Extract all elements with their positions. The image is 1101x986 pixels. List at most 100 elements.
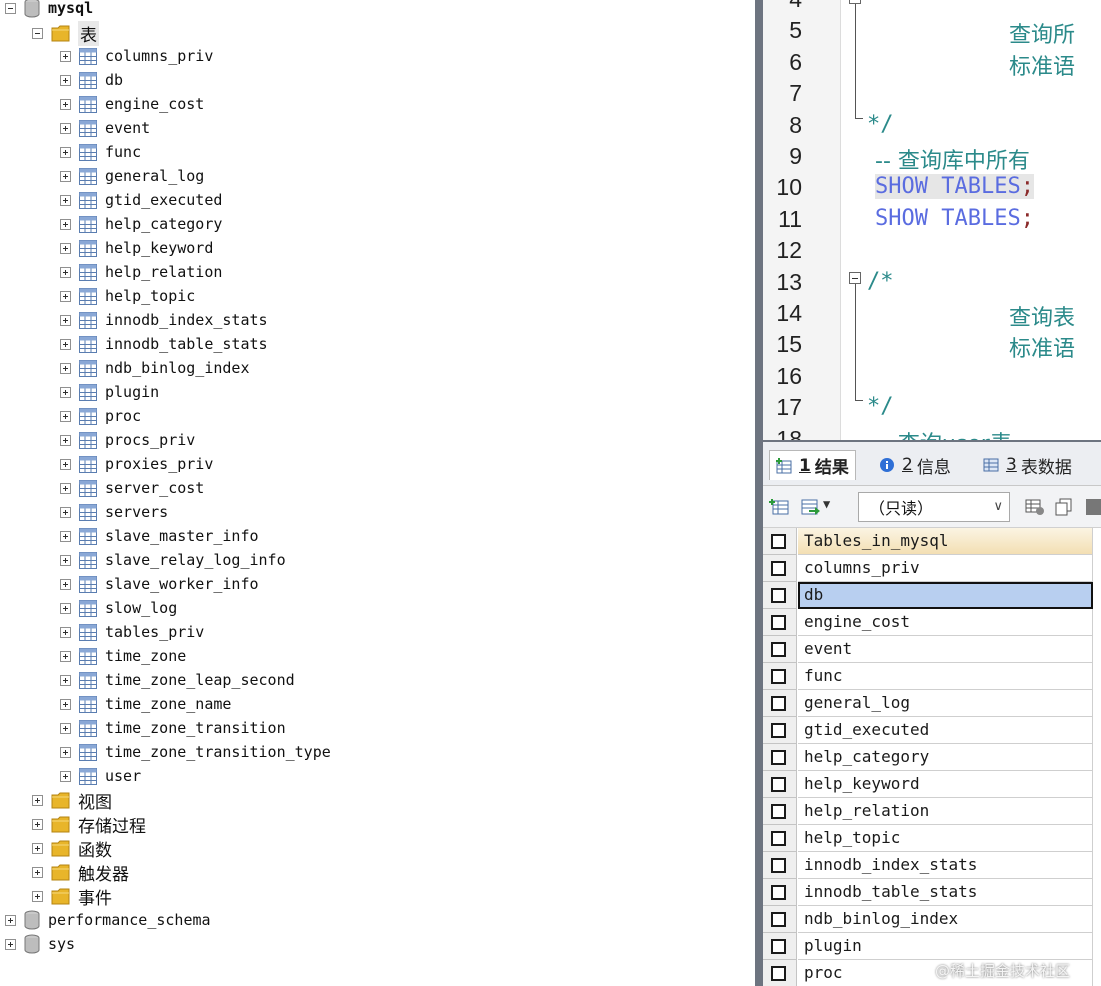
- tree-table-item[interactable]: innodb_table_stats: [60, 332, 268, 356]
- tree-table-item[interactable]: func: [60, 140, 141, 164]
- expand-icon[interactable]: [60, 362, 71, 374]
- row-selector[interactable]: [763, 555, 797, 582]
- tree-db-performance-schema[interactable]: performance_schema: [5, 908, 211, 932]
- tree-table-item[interactable]: proxies_priv: [60, 452, 213, 476]
- grid-row[interactable]: innodb_index_stats: [763, 852, 1101, 879]
- grid-cell[interactable]: help_relation: [798, 798, 1093, 825]
- tab-info[interactable]: 2 信息: [879, 450, 951, 480]
- expand-icon[interactable]: [60, 194, 71, 206]
- tree-folder-tables[interactable]: 表: [32, 20, 99, 46]
- row-checkbox[interactable]: [771, 615, 786, 630]
- grid-cell[interactable]: innodb_index_stats: [798, 852, 1093, 879]
- grid-header-row[interactable]: Tables_in_mysql: [763, 528, 1101, 555]
- grid-cell[interactable]: db: [798, 582, 1093, 609]
- code-line[interactable]: */: [867, 112, 894, 137]
- grid-cell[interactable]: event: [798, 636, 1093, 663]
- result-grid[interactable]: Tables_in_mysql columns_priv db engine_cost…: [763, 528, 1101, 986]
- row-checkbox[interactable]: [771, 939, 786, 954]
- save-icon[interactable]: [1085, 498, 1101, 516]
- expand-icon[interactable]: [60, 314, 71, 326]
- tree-table-item[interactable]: gtid_executed: [60, 188, 222, 212]
- row-selector[interactable]: [763, 582, 797, 609]
- row-selector[interactable]: [763, 906, 797, 933]
- grid-row[interactable]: help_relation: [763, 798, 1101, 825]
- row-checkbox[interactable]: [771, 885, 786, 900]
- tree-folder-item[interactable]: 事件: [32, 884, 112, 909]
- expand-icon[interactable]: [60, 170, 71, 182]
- row-selector[interactable]: [763, 744, 797, 771]
- tree-table-item[interactable]: slave_worker_info: [60, 572, 259, 596]
- copy-rows-icon[interactable]: [1054, 498, 1074, 516]
- expand-icon[interactable]: [60, 386, 71, 398]
- row-selector[interactable]: [763, 960, 797, 986]
- tree-table-item[interactable]: ndb_binlog_index: [60, 356, 250, 380]
- expand-icon[interactable]: [60, 578, 71, 590]
- tree-table-item[interactable]: time_zone: [60, 644, 186, 668]
- expand-icon[interactable]: [60, 338, 71, 350]
- tree-db-mysql[interactable]: mysql: [5, 0, 93, 20]
- grid-cell[interactable]: help_keyword: [798, 771, 1093, 798]
- tree-table-item[interactable]: help_topic: [60, 284, 195, 308]
- expand-icon[interactable]: [60, 698, 71, 710]
- row-selector[interactable]: [763, 825, 797, 852]
- code-line[interactable]: 查询表: [1009, 300, 1075, 332]
- grid-row[interactable]: event: [763, 636, 1101, 663]
- grid-row[interactable]: ndb_binlog_index: [763, 906, 1101, 933]
- expand-icon[interactable]: [60, 554, 71, 566]
- expand-icon[interactable]: [32, 794, 43, 806]
- collapse-icon[interactable]: [5, 2, 16, 14]
- expand-icon[interactable]: [60, 218, 71, 230]
- expand-icon[interactable]: [60, 98, 71, 110]
- export-icon[interactable]: [801, 498, 821, 516]
- row-checkbox[interactable]: [771, 642, 786, 657]
- code-line[interactable]: 标准语: [1009, 331, 1075, 363]
- expand-icon[interactable]: [60, 50, 71, 62]
- expand-icon[interactable]: [60, 410, 71, 422]
- expand-icon[interactable]: [60, 602, 71, 614]
- expand-icon[interactable]: [60, 434, 71, 446]
- row-selector[interactable]: [763, 771, 797, 798]
- expand-icon[interactable]: [60, 74, 71, 86]
- tree-folder-item[interactable]: 存储过程: [32, 812, 146, 837]
- expand-icon[interactable]: [60, 722, 71, 734]
- grid-cell[interactable]: ndb_binlog_index: [798, 906, 1093, 933]
- row-checkbox[interactable]: [771, 831, 786, 846]
- grid-row[interactable]: general_log: [763, 690, 1101, 717]
- expand-icon[interactable]: [32, 842, 43, 854]
- grid-cell[interactable]: func: [798, 663, 1093, 690]
- expand-icon[interactable]: [60, 530, 71, 542]
- expand-icon[interactable]: [60, 506, 71, 518]
- insert-row-icon[interactable]: [769, 498, 789, 516]
- tab-results[interactable]: 1 结果: [769, 450, 856, 480]
- row-selector[interactable]: [763, 528, 797, 555]
- code-line[interactable]: */: [867, 394, 894, 419]
- tree-table-item[interactable]: slave_master_info: [60, 524, 259, 548]
- grid-cell[interactable]: gtid_executed: [798, 717, 1093, 744]
- expand-icon[interactable]: [60, 458, 71, 470]
- grid-row[interactable]: plugin: [763, 933, 1101, 960]
- grid-cell[interactable]: help_category: [798, 744, 1093, 771]
- tree-table-item[interactable]: engine_cost: [60, 92, 204, 116]
- fold-toggle-icon[interactable]: [849, 272, 861, 284]
- grid-settings-icon[interactable]: [1025, 498, 1045, 516]
- grid-row[interactable]: help_keyword: [763, 771, 1101, 798]
- sql-editor[interactable]: 4 5 6 7 8 9 10 11 12 13 14 15 16 17 18 查询所标准语 */ -- 查询库中…: [763, 0, 1101, 440]
- expand-icon[interactable]: [60, 122, 71, 134]
- expand-icon[interactable]: [32, 890, 43, 902]
- collapse-icon[interactable]: [32, 27, 43, 39]
- grid-row[interactable]: help_category: [763, 744, 1101, 771]
- tab-table-data[interactable]: 3 表数据: [983, 450, 1072, 480]
- row-selector[interactable]: [763, 933, 797, 960]
- row-selector[interactable]: [763, 798, 797, 825]
- grid-cell[interactable]: plugin: [798, 933, 1093, 960]
- expand-icon[interactable]: [60, 674, 71, 686]
- tree-table-item[interactable]: user: [60, 764, 141, 788]
- tree-folder-item[interactable]: 函数: [32, 836, 112, 861]
- row-selector[interactable]: [763, 663, 797, 690]
- tree-table-item[interactable]: plugin: [60, 380, 159, 404]
- grid-row[interactable]: engine_cost: [763, 609, 1101, 636]
- row-selector[interactable]: [763, 879, 797, 906]
- code-line[interactable]: -- 查询user表: [875, 426, 1012, 440]
- code-line[interactable]: SHOW TABLES;: [875, 174, 1034, 200]
- row-checkbox[interactable]: [771, 534, 786, 549]
